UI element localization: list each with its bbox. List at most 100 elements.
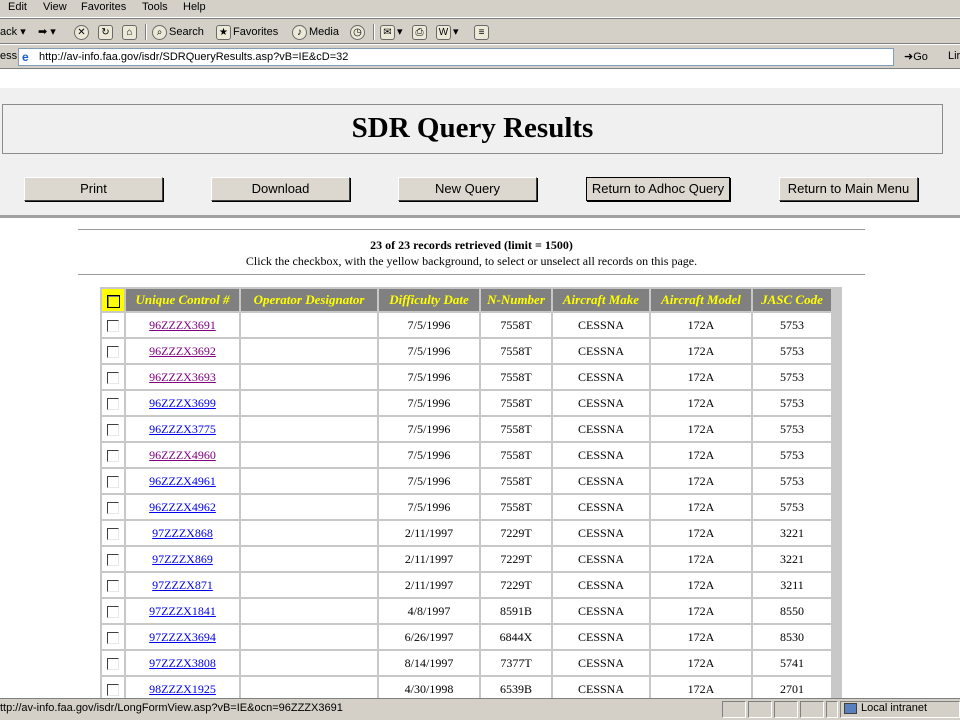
control-number-link[interactable]: 97ZZZX3808 bbox=[149, 656, 216, 670]
results-table: Unique Control # Operator Designator Dif… bbox=[100, 287, 833, 698]
row-checkbox[interactable] bbox=[107, 423, 119, 436]
date-cell: 7/5/1996 bbox=[379, 469, 479, 493]
edit-button[interactable]: W ▾ bbox=[436, 23, 459, 41]
jasc-code-cell: 5753 bbox=[753, 417, 831, 441]
row-checkbox[interactable] bbox=[107, 579, 119, 592]
control-number-link[interactable]: 96ZZZX3699 bbox=[149, 396, 216, 410]
operator-cell bbox=[241, 599, 377, 623]
aircraft-make-cell: CESSNA bbox=[553, 469, 649, 493]
control-number-link[interactable]: 96ZZZX4961 bbox=[149, 474, 216, 488]
jasc-code-cell: 3221 bbox=[753, 547, 831, 571]
address-input[interactable]: e http://av-info.faa.gov/isdr/SDRQueryRe… bbox=[18, 48, 894, 66]
select-all-cell bbox=[102, 289, 124, 311]
home-icon: ⌂ bbox=[122, 24, 137, 40]
stop-button[interactable]: ✕ bbox=[74, 23, 91, 41]
control-number-link[interactable]: 98ZZZX1925 bbox=[149, 682, 216, 696]
row-checkbox[interactable] bbox=[107, 371, 119, 384]
table-row: 96ZZZX3693 7/5/1996 7558T CESSNA 172A 5753 bbox=[102, 365, 831, 389]
control-number-link[interactable]: 96ZZZX3775 bbox=[149, 422, 216, 436]
menu-help[interactable]: Help bbox=[183, 1, 206, 13]
new-query-button[interactable]: New Query bbox=[398, 177, 537, 201]
row-checkbox[interactable] bbox=[107, 345, 119, 358]
select-cell bbox=[102, 495, 124, 519]
forward-button[interactable]: ➡ ▾ bbox=[38, 23, 56, 41]
aircraft-model-cell: 172A bbox=[651, 313, 751, 337]
download-button[interactable]: Download bbox=[211, 177, 350, 201]
column-header: Difficulty Date bbox=[379, 289, 479, 311]
row-checkbox[interactable] bbox=[107, 475, 119, 488]
operator-cell bbox=[241, 495, 377, 519]
control-number-link[interactable]: 97ZZZX869 bbox=[152, 552, 213, 566]
control-number-link[interactable]: 96ZZZX4962 bbox=[149, 500, 216, 514]
row-checkbox[interactable] bbox=[107, 683, 119, 696]
home-button[interactable]: ⌂ bbox=[122, 23, 139, 41]
row-checkbox[interactable] bbox=[107, 449, 119, 462]
links-label[interactable]: Lir bbox=[948, 50, 960, 62]
zone-label: Local intranet bbox=[861, 702, 928, 714]
table-row: 96ZZZX3692 7/5/1996 7558T CESSNA 172A 5753 bbox=[102, 339, 831, 363]
row-checkbox[interactable] bbox=[107, 397, 119, 410]
go-arrow-icon: ➜ bbox=[904, 51, 914, 63]
menu-edit[interactable]: Edit bbox=[8, 1, 27, 13]
jasc-code-cell: 8530 bbox=[753, 625, 831, 649]
print-button[interactable]: Print bbox=[24, 177, 163, 201]
operator-cell bbox=[241, 365, 377, 389]
refresh-button[interactable]: ↻ bbox=[98, 23, 115, 41]
row-checkbox[interactable] bbox=[107, 605, 119, 618]
control-number-link[interactable]: 97ZZZX3694 bbox=[149, 630, 216, 644]
menu-tools[interactable]: Tools bbox=[142, 1, 168, 13]
history-button[interactable]: ◷ bbox=[350, 23, 367, 41]
media-button[interactable]: ♪ Media bbox=[292, 23, 339, 41]
local-intranet-icon bbox=[844, 702, 857, 714]
chevron-down-icon[interactable]: ▾ bbox=[397, 26, 403, 38]
select-all-checkbox[interactable] bbox=[106, 294, 120, 308]
row-checkbox[interactable] bbox=[107, 657, 119, 670]
go-button[interactable]: ➜Go bbox=[904, 50, 928, 63]
menu-favorites[interactable]: Favorites bbox=[81, 1, 126, 13]
return-to-adhoc-query-button[interactable]: Return to Adhoc Query bbox=[586, 177, 730, 201]
row-checkbox[interactable] bbox=[107, 553, 119, 566]
table-row: 97ZZZX868 2/11/1997 7229T CESSNA 172A 3221 bbox=[102, 521, 831, 545]
control-number-link[interactable]: 96ZZZX3693 bbox=[149, 370, 216, 384]
control-number-link[interactable]: 97ZZZX1841 bbox=[149, 604, 216, 618]
date-cell: 7/5/1996 bbox=[379, 313, 479, 337]
table-row: 96ZZZX3691 7/5/1996 7558T CESSNA 172A 5753 bbox=[102, 313, 831, 337]
aircraft-make-cell: CESSNA bbox=[553, 495, 649, 519]
jasc-code-cell: 5753 bbox=[753, 495, 831, 519]
control-number-link[interactable]: 96ZZZX4960 bbox=[149, 448, 216, 462]
chevron-down-icon[interactable]: ▾ bbox=[20, 26, 26, 38]
status-text: ttp://av-info.faa.gov/isdr/LongFormView.… bbox=[0, 702, 343, 714]
return-to-main-menu-button[interactable]: Return to Main Menu bbox=[779, 177, 918, 201]
control-number-cell: 97ZZZX869 bbox=[126, 547, 239, 571]
ie-page-icon: e bbox=[22, 50, 29, 64]
printer-icon: ⎙ bbox=[412, 24, 427, 40]
column-header: JASC Code bbox=[753, 289, 831, 311]
row-checkbox[interactable] bbox=[107, 527, 119, 540]
row-checkbox[interactable] bbox=[107, 501, 119, 514]
control-number-link[interactable]: 97ZZZX868 bbox=[152, 526, 213, 540]
back-button[interactable]: ack ▾ bbox=[0, 23, 26, 41]
n-number-cell: 7558T bbox=[481, 443, 551, 467]
print-toolbar-button[interactable]: ⎙ bbox=[412, 23, 429, 41]
search-button[interactable]: ⌕ Search bbox=[152, 23, 204, 41]
chevron-down-icon[interactable]: ▾ bbox=[453, 26, 459, 38]
aircraft-model-cell: 172A bbox=[651, 599, 751, 623]
control-number-link[interactable]: 96ZZZX3692 bbox=[149, 344, 216, 358]
favorites-button[interactable]: ★ Favorites bbox=[216, 23, 278, 41]
menu-view[interactable]: View bbox=[43, 1, 67, 13]
control-number-link[interactable]: 97ZZZX871 bbox=[152, 578, 213, 592]
jasc-code-cell: 5753 bbox=[753, 339, 831, 363]
date-cell: 4/30/1998 bbox=[379, 677, 479, 698]
row-checkbox[interactable] bbox=[107, 631, 119, 644]
mail-button[interactable]: ✉ ▾ bbox=[380, 23, 403, 41]
jasc-code-cell: 5753 bbox=[753, 313, 831, 337]
aircraft-model-cell: 172A bbox=[651, 339, 751, 363]
control-number-link[interactable]: 96ZZZX3691 bbox=[149, 318, 216, 332]
chevron-down-icon[interactable]: ▾ bbox=[50, 26, 56, 38]
status-pane bbox=[774, 701, 798, 718]
discuss-button[interactable]: ≡ bbox=[474, 23, 491, 41]
n-number-cell: 8591B bbox=[481, 599, 551, 623]
row-checkbox[interactable] bbox=[107, 319, 119, 332]
control-number-cell: 96ZZZX3691 bbox=[126, 313, 239, 337]
table-row: 98ZZZX1925 4/30/1998 6539B CESSNA 172A 2701 bbox=[102, 677, 831, 698]
